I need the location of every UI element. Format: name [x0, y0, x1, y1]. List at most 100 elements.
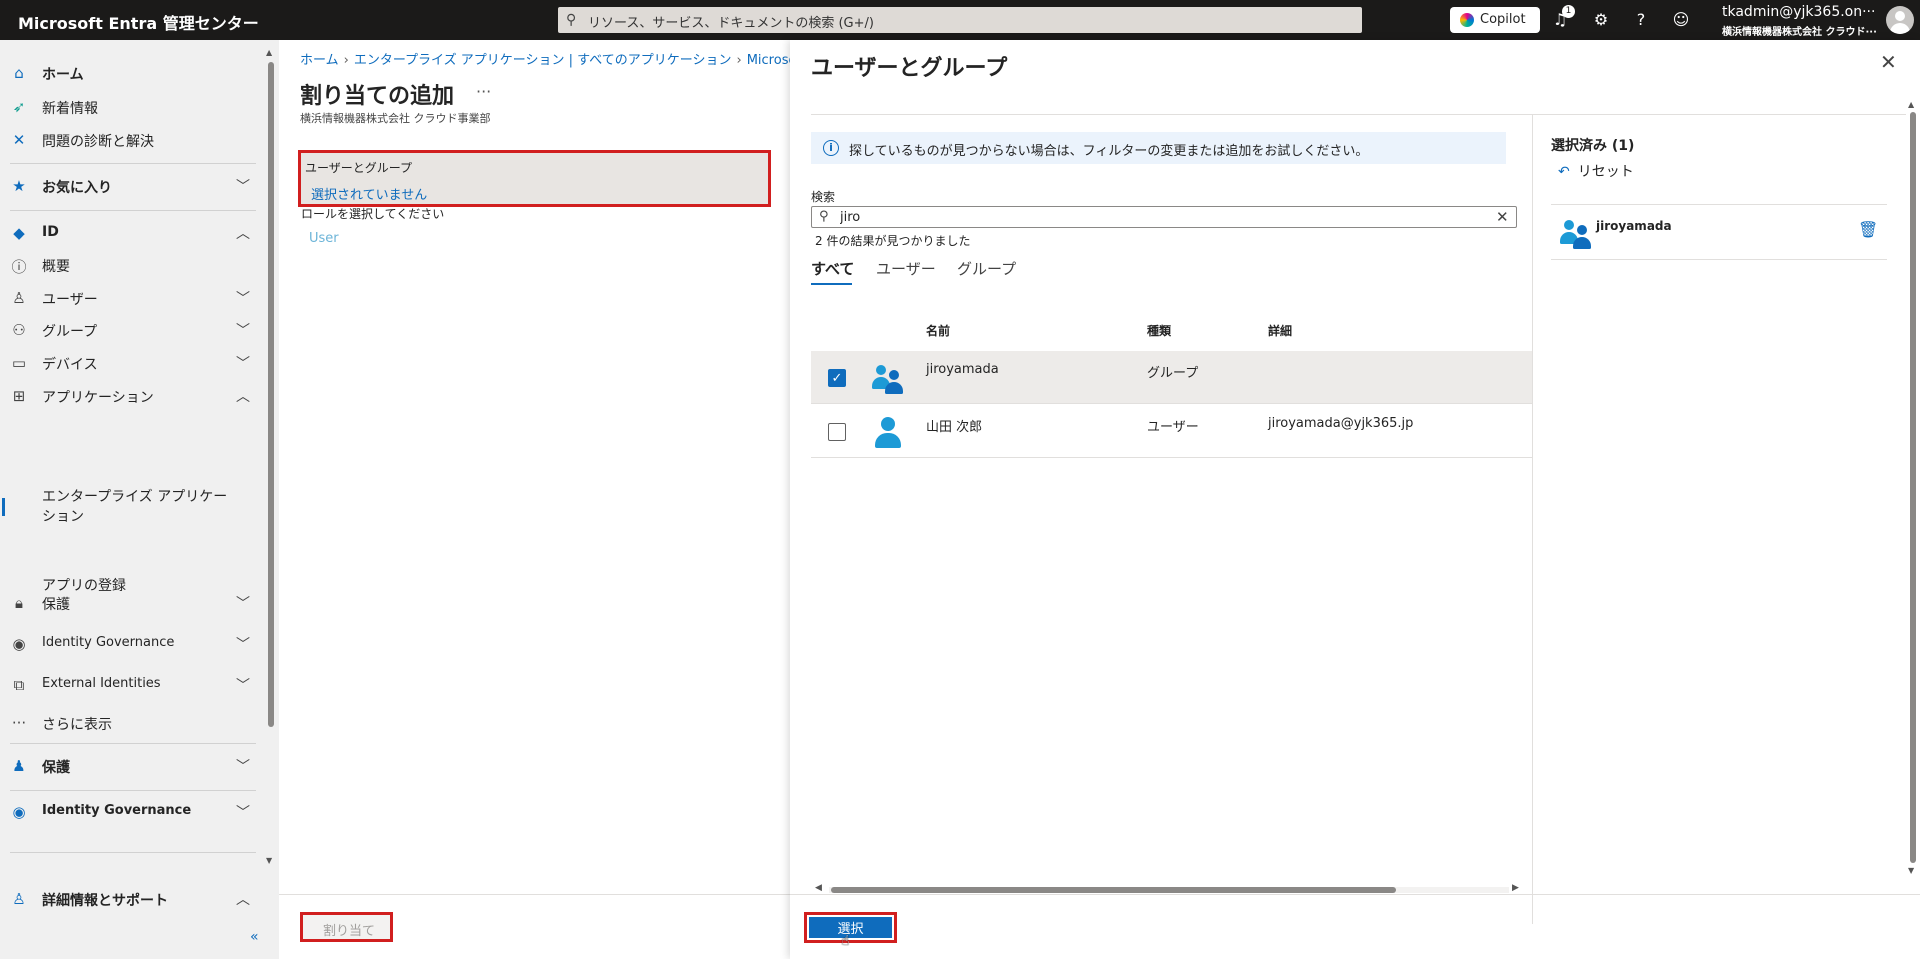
table-row[interactable]: ✓ jiroyamada グループ: [811, 351, 1532, 404]
nav-item-show-more[interactable]: ··· さらに表示: [0, 707, 262, 739]
chevron-up-icon: ︿: [236, 892, 250, 908]
clear-search-icon[interactable]: ✕: [1496, 208, 1509, 226]
nav-section-learn-support[interactable]: ♙ 詳細情報とサポート ︿: [0, 883, 262, 915]
selected-item-name: jiroyamada: [1596, 219, 1672, 233]
scroll-right-icon[interactable]: ▶: [1512, 883, 1519, 893]
chevron-down-icon: ﹀: [236, 179, 250, 195]
nav-item-devices[interactable]: ▭ デバイス ﹀: [0, 347, 262, 379]
nav-section-protection[interactable]: ♟ 保護 ﹀: [0, 750, 262, 782]
feedback-icon[interactable]: ☺: [1670, 10, 1692, 29]
nav-scroll-thumb[interactable]: [268, 62, 274, 727]
nav-item-whats-new[interactable]: ➶ 新着情報: [0, 91, 262, 123]
scroll-down-icon[interactable]: ▼: [1908, 866, 1914, 875]
account-org[interactable]: 横浜情報機器株式会社 クラウド···: [1722, 23, 1877, 38]
nav-scrollbar[interactable]: ▲ ▼: [266, 48, 276, 865]
panel-title: ユーザーとグループ: [811, 56, 1008, 81]
nav-label: お気に入り: [42, 180, 112, 196]
close-icon[interactable]: ✕: [1880, 50, 1897, 74]
users-groups-label: ユーザーとグループ: [305, 161, 413, 175]
chevron-down-icon: ﹀: [236, 356, 250, 372]
column-header-details[interactable]: 詳細: [1268, 322, 1292, 339]
nav-divider: [10, 852, 256, 853]
nav-item-groups[interactable]: ⚇ グループ ﹀: [0, 314, 262, 346]
panel-divider: [811, 114, 1906, 115]
nav-divider: [10, 743, 256, 744]
nav-item-external-identities[interactable]: ⧉ External Identities ﹀: [0, 669, 262, 701]
lock-icon: 🔒︎: [15, 594, 23, 612]
nav-label: さらに表示: [42, 717, 112, 733]
chevron-down-icon: ﹀: [236, 323, 250, 339]
group-icon: [871, 361, 905, 395]
identity-icon: ◆: [13, 224, 25, 242]
role-value[interactable]: User: [309, 231, 339, 246]
scroll-up-icon[interactable]: ▲: [1908, 100, 1914, 109]
collapse-nav-button[interactable]: «: [250, 929, 259, 945]
tab-users[interactable]: ユーザー: [876, 258, 936, 279]
nav-item-favorites[interactable]: ★ お気に入り ﹀: [0, 170, 262, 202]
nav-label: External Identities: [42, 676, 161, 691]
nav-item-users[interactable]: ♙ ユーザー ﹀: [0, 282, 262, 314]
nav-label: 詳細情報とサポート: [42, 893, 168, 909]
tab-groups[interactable]: グループ: [957, 258, 1016, 279]
help-icon[interactable]: ?: [1630, 10, 1652, 29]
breadcrumb: ホーム › エンタープライズ アプリケーション | すべてのアプリケーション › Mic…: [300, 49, 790, 68]
star-icon: ★: [12, 177, 26, 195]
nav-item-identity-governance[interactable]: ◉ Identity Governance ﹀: [0, 628, 262, 660]
global-search[interactable]: ⚲ リソース、サービス、ドキュメントの検索 (G+/): [558, 7, 1362, 33]
nav-label: Identity Governance: [42, 635, 175, 650]
column-header-type[interactable]: 種類: [1147, 322, 1171, 339]
reset-button[interactable]: ↶ リセット: [1558, 161, 1634, 181]
panel-vertical-scrollbar[interactable]: ▲ ▼: [1908, 100, 1918, 875]
account-name[interactable]: tkadmin@yjk365.on···: [1722, 4, 1875, 20]
chevron-down-icon: ﹀: [236, 805, 250, 821]
select-button[interactable]: 選択: [809, 917, 892, 938]
gear-icon[interactable]: ⚙: [1590, 10, 1612, 29]
nav-item-protection[interactable]: 🔒︎ 保護 ﹀: [0, 587, 262, 619]
users-groups-selector[interactable]: ユーザーとグループ 選択されていません: [298, 150, 771, 207]
avatar[interactable]: [1886, 6, 1914, 34]
assign-button[interactable]: 割り当て: [300, 912, 393, 942]
nav-item-applications[interactable]: ⊞ アプリケーション ︿: [0, 380, 262, 412]
search-field[interactable]: ⚲ ✕: [811, 206, 1517, 228]
external-identities-icon: ⧉: [13, 676, 25, 694]
scroll-up-icon[interactable]: ▲: [266, 48, 272, 57]
global-search-placeholder: リソース、サービス、ドキュメントの検索 (G+/): [588, 16, 874, 31]
table-row[interactable]: 山田 次郎 ユーザー jiroyamada@yjk365.jp: [811, 405, 1532, 458]
select-button-highlight: 選択 ☝: [804, 912, 897, 949]
active-indicator: [2, 498, 5, 516]
nav-item-home[interactable]: ⌂ ホーム: [0, 57, 262, 89]
search-label: 検索: [811, 190, 836, 204]
breadcrumb-entra[interactable]: Microsoft Entra: [747, 53, 790, 68]
breadcrumb-enterprise-apps[interactable]: エンタープライズ アプリケーション | すべてのアプリケーション: [354, 53, 732, 68]
users-groups-value[interactable]: 選択されていません: [311, 184, 427, 203]
scroll-down-icon[interactable]: ▼: [266, 856, 272, 865]
selected-divider: [1551, 204, 1887, 205]
add-assignment-blade: ホーム › エンタープライズ アプリケーション | すべてのアプリケーション › Mic…: [279, 40, 790, 959]
nav-item-overview[interactable]: ⓘ 概要: [0, 249, 262, 281]
trash-icon[interactable]: 🗑︎: [1858, 220, 1878, 239]
undo-icon: ↶: [1558, 164, 1570, 180]
nav-label: ユーザー: [42, 292, 98, 308]
nav-item-identity[interactable]: ◆ ID ︿: [0, 217, 262, 249]
nav-label: 問題の診断と解決: [42, 134, 154, 150]
panel-scroll-thumb[interactable]: [1910, 112, 1916, 863]
nav-item-diagnose[interactable]: ✕ 問題の診断と解決: [0, 124, 262, 156]
tab-all[interactable]: すべて: [811, 258, 854, 279]
page-subtitle: 横浜情報機器株式会社 クラウド事業部: [300, 112, 491, 125]
nav-section-identity-governance[interactable]: ◉ Identity Governance ﹀: [0, 796, 262, 828]
more-options-button[interactable]: ···: [476, 82, 491, 101]
scroll-left-icon[interactable]: ◀: [815, 883, 822, 893]
copilot-button[interactable]: Copilot: [1450, 7, 1540, 33]
nav-item-enterprise-apps[interactable]: エンタープライズ アプリケーション: [42, 487, 232, 527]
row-checkbox[interactable]: [828, 423, 846, 441]
rocket-icon: ➶: [12, 98, 26, 116]
row-checkbox[interactable]: ✓: [828, 369, 846, 387]
chevron-right-icon: ›: [736, 53, 742, 68]
column-header-name[interactable]: 名前: [926, 322, 950, 339]
horizontal-scroll-thumb[interactable]: [831, 887, 1396, 893]
app-brand[interactable]: Microsoft Entra 管理センター: [18, 10, 259, 34]
search-input[interactable]: [840, 209, 1470, 225]
breadcrumb-home[interactable]: ホーム: [300, 53, 339, 68]
info-text: 探しているものが見つからない場合は、フィルターの変更または追加をお試しください。: [849, 144, 1369, 159]
row-name: jiroyamada: [926, 362, 999, 377]
